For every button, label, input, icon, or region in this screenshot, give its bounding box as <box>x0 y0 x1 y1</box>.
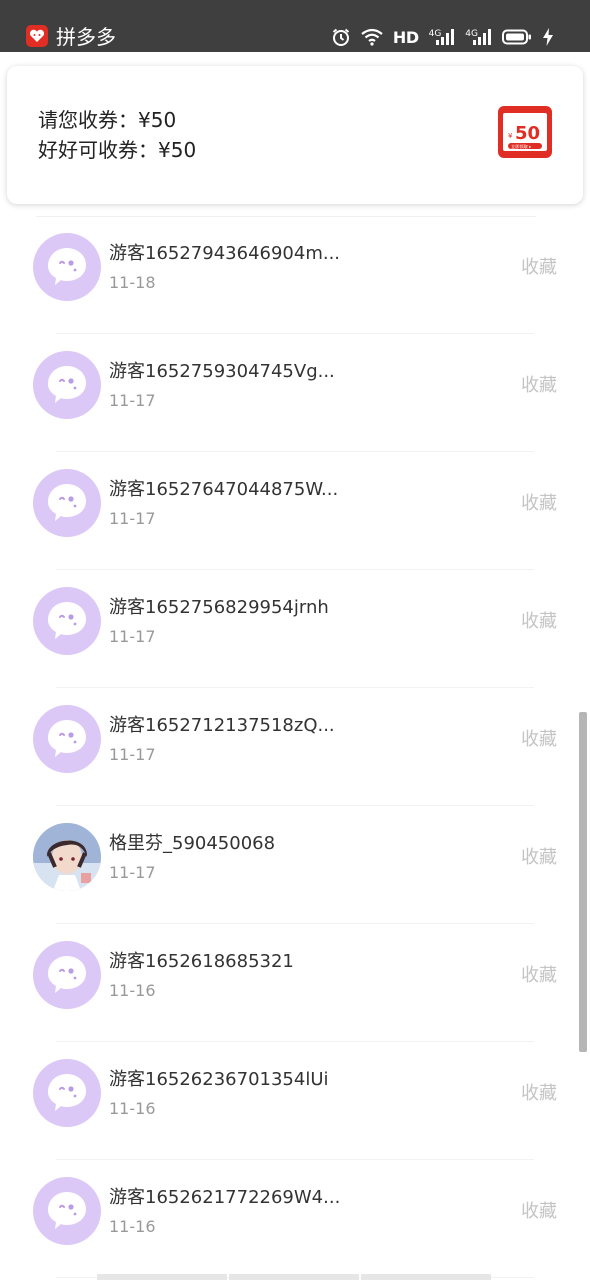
user-name: 游客1652618685321 <box>109 951 294 972</box>
list-item[interactable]: 游客1652712137518zQ... 11-17 收藏 <box>0 688 590 806</box>
list-item[interactable]: 游客16527943646904m... 11-18 收藏 <box>0 216 590 334</box>
avatar[interactable] <box>33 233 101 301</box>
coupon-ticket-icon[interactable]: ¥ 50 立即领取 ▸ <box>497 103 553 159</box>
avatar[interactable] <box>33 351 101 419</box>
favorite-button[interactable]: 收藏 <box>521 1200 557 1224</box>
ticket-button-label: 立即领取 ▸ <box>511 143 532 150</box>
user-name: 游客16526236701354lUi <box>109 1069 329 1090</box>
message-date: 11-17 <box>109 391 156 410</box>
chat-bubble-icon <box>48 248 86 285</box>
favorite-button[interactable]: 收藏 <box>521 492 557 516</box>
wifi-icon <box>361 28 383 46</box>
user-name: 游客1652712137518zQ... <box>109 715 335 736</box>
chat-bubble-icon <box>48 720 86 757</box>
bottom-tab-hint <box>97 1274 227 1280</box>
favorite-button[interactable]: 收藏 <box>521 256 557 280</box>
status-icons: HD 4G 4G <box>331 24 554 50</box>
user-name: 游客16527647044875W... <box>109 479 339 500</box>
list-item[interactable]: 游客16527647044875W... 11-17 收藏 <box>0 452 590 570</box>
scrollbar[interactable] <box>579 712 587 1052</box>
favorite-button[interactable]: 收藏 <box>521 610 557 634</box>
alarm-icon <box>332 28 350 46</box>
status-bar: 拼多多 HD 4G 4G <box>0 0 590 52</box>
ticket-currency: ¥ <box>508 132 513 140</box>
list-item[interactable]: 游客1652618685321 11-16 收藏 <box>0 924 590 1042</box>
coupon-line-1: 请您收券：¥50 <box>38 108 177 132</box>
status-app-name: 拼多多 <box>56 25 116 49</box>
page: 拼多多 HD 4G 4G 请您收券：¥50 好好可收券：¥50 ¥ 50 立即领… <box>0 0 590 1280</box>
favorite-button[interactable]: 收藏 <box>521 1082 557 1106</box>
chat-bubble-icon <box>48 1074 86 1111</box>
battery-icon <box>502 29 531 45</box>
chat-bubble-icon <box>48 1192 86 1229</box>
coupon-line-2: 好好可收券：¥50 <box>38 138 197 162</box>
favorite-button[interactable]: 收藏 <box>521 964 557 988</box>
user-name: 游客1652756829954jrnh <box>109 597 329 618</box>
avatar[interactable] <box>33 705 101 773</box>
bottom-tab-strip <box>97 1274 491 1280</box>
message-date: 11-17 <box>109 863 156 882</box>
list-item[interactable]: 格里芬_590450068 11-17 收藏 <box>0 806 590 924</box>
message-list: 游客16527943646904m... 11-18 收藏 游客16527593… <box>0 216 590 1278</box>
favorite-button[interactable]: 收藏 <box>521 374 557 398</box>
signal-icon: 4G <box>429 28 456 46</box>
list-item[interactable]: 游客1652621772269W4... 11-16 收藏 <box>0 1160 590 1278</box>
message-date: 11-18 <box>109 273 156 292</box>
avatar[interactable] <box>33 823 101 891</box>
message-date: 11-17 <box>109 627 156 646</box>
avatar[interactable] <box>33 1059 101 1127</box>
message-date: 11-17 <box>109 509 156 528</box>
user-name: 游客1652759304745Vg... <box>109 361 335 382</box>
message-date: 11-17 <box>109 745 156 764</box>
list-item[interactable]: 游客1652759304745Vg... 11-17 收藏 <box>0 334 590 452</box>
network-label: 4G <box>428 29 442 39</box>
chat-bubble-icon <box>48 602 86 639</box>
charging-icon <box>543 28 553 46</box>
list-item[interactable]: 游客1652756829954jrnh 11-17 收藏 <box>0 570 590 688</box>
list-item[interactable]: 游客16526236701354lUi 11-16 收藏 <box>0 1042 590 1160</box>
bottom-tab-hint <box>229 1274 359 1280</box>
message-date: 11-16 <box>109 1217 156 1236</box>
favorite-button[interactable]: 收藏 <box>521 728 557 752</box>
avatar[interactable] <box>33 941 101 1009</box>
coupon-card[interactable]: 请您收券：¥50 好好可收券：¥50 ¥ 50 立即领取 ▸ <box>7 66 583 204</box>
chat-bubble-icon <box>48 366 86 403</box>
chat-bubble-icon <box>48 484 86 521</box>
user-name: 格里芬_590450068 <box>109 833 276 854</box>
app-logo-icon <box>26 25 48 47</box>
favorite-button[interactable]: 收藏 <box>521 846 557 870</box>
avatar[interactable] <box>33 587 101 655</box>
user-name: 游客1652621772269W4... <box>109 1187 341 1208</box>
user-name: 游客16527943646904m... <box>109 243 341 264</box>
ticket-amount: 50 <box>515 123 540 144</box>
avatar[interactable] <box>33 469 101 537</box>
chat-bubble-icon <box>48 956 86 993</box>
message-date: 11-16 <box>109 1099 156 1118</box>
bottom-tab-hint <box>361 1274 491 1280</box>
network-label: 4G <box>465 29 478 39</box>
message-date: 11-16 <box>109 981 156 1000</box>
user-photo-avatar <box>33 823 101 891</box>
signal-icon: 4G <box>465 28 492 46</box>
avatar[interactable] <box>33 1177 101 1245</box>
hd-label: HD <box>392 27 419 47</box>
